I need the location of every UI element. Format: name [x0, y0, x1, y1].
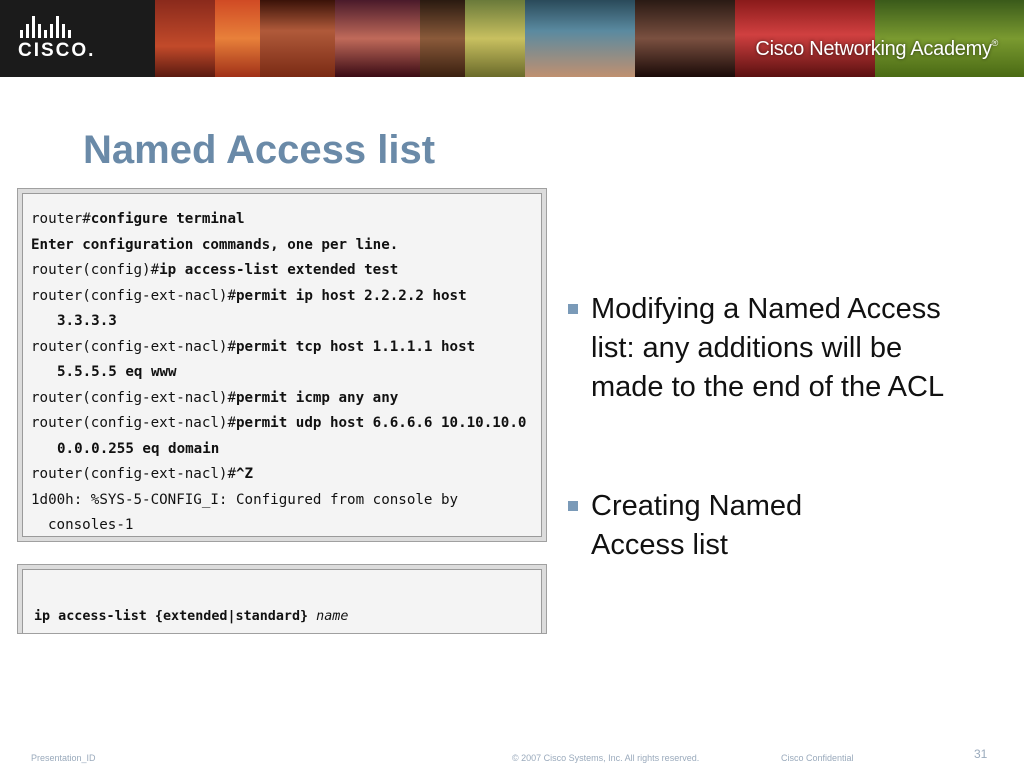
cli-command: permit udp host 6.6.6.6 10.10.10.0 [236, 415, 527, 431]
cli-prompt: router(config-ext-nacl)# [31, 466, 236, 482]
cli-line: 0.0.0.255 eq domain [31, 437, 526, 463]
square-bullet-icon [568, 304, 578, 314]
cli-line: router(config-ext-nacl)#permit icmp any … [31, 386, 526, 412]
bullet-text: Creating Named Access list [591, 490, 803, 561]
cli-command: ^Z [236, 466, 254, 482]
bullet-text: Modifying a Named Access list: any addit… [591, 293, 945, 403]
cli-prompt: router(config-ext-nacl)# [31, 338, 236, 355]
academy-title-text: Cisco Networking Academy [755, 38, 992, 60]
footer-copyright: © 2007 Cisco Systems, Inc. All rights re… [512, 753, 700, 763]
cli-command: ip access-list extended test [159, 262, 399, 278]
cli-syntax-argument: name [316, 609, 349, 624]
cli-line: router(config-ext-nacl)#^Z [31, 462, 526, 488]
page-number: 31 [974, 747, 988, 761]
cli-prompt: router(config-ext-nacl)# [31, 287, 236, 304]
cli-prompt: 1d00h: %SYS-5-CONFIG_I: Configured from … [31, 491, 459, 508]
cli-command: 0.0.0.255 eq domain [57, 440, 220, 457]
cisco-bars-icon [20, 16, 98, 38]
registered-mark: ® [991, 38, 999, 48]
cli-command: permit tcp host 1.1.1.1 host [236, 338, 476, 355]
cli-command: permit icmp any any [236, 389, 399, 406]
cli-line: 5.5.5.5 eq www [31, 360, 526, 386]
cli-line: consoles-1 [31, 513, 526, 539]
cli-line: router#configure terminal [31, 207, 526, 233]
slide: CISCO. Cisco Networking Academy® Named A… [0, 0, 1024, 768]
cli-prompt: router# [31, 211, 91, 227]
banner-photo [215, 0, 260, 77]
cli-line: router(config-ext-nacl)#permit udp host … [31, 411, 526, 437]
cli-line: router(config)#ip access-list extended t… [31, 258, 526, 284]
banner-photo [155, 0, 215, 77]
cisco-wordmark: CISCO. [18, 40, 96, 61]
footer-presentation-id: Presentation_ID [31, 753, 96, 763]
cli-line: Enter configuration commands, one per li… [31, 233, 526, 259]
cli-prompt: router(config)# [31, 262, 160, 278]
cli-line: 3.3.3.3 [31, 309, 526, 335]
bullet-item: Creating Named Access list [566, 487, 891, 565]
banner-photo [525, 0, 635, 77]
cli-command: Enter configuration commands, one per li… [31, 236, 399, 253]
cli-line: router(config-ext-nacl)#permit ip host 2… [31, 284, 526, 310]
cli-config-lines: router#configure terminal Enter configura… [31, 207, 526, 539]
cli-prompt: consoles-1 [48, 517, 134, 533]
cli-syntax-box: ip access-list {extended|standard} name [17, 564, 547, 634]
bullet-list: Modifying a Named Access list: any addit… [566, 290, 986, 565]
banner-photo [465, 0, 525, 77]
slide-title: Named Access list [83, 128, 436, 172]
cisco-logo: CISCO. [18, 16, 98, 62]
cli-command: 5.5.5.5 eq www [57, 364, 177, 380]
cli-command: configure terminal [90, 211, 245, 227]
banner-photo [635, 0, 735, 77]
square-bullet-icon [568, 501, 578, 511]
cli-prompt: router(config-ext-nacl)# [31, 389, 236, 406]
banner-photo [335, 0, 420, 77]
cli-line: router(config-ext-nacl)#permit tcp host … [31, 335, 526, 361]
cli-line: 1d00h: %SYS-5-CONFIG_I: Configured from … [31, 488, 526, 514]
footer-confidential: Cisco Confidential [781, 753, 854, 763]
banner-photo [420, 0, 465, 77]
cli-command: 3.3.3.3 [57, 313, 117, 329]
bullet-item: Modifying a Named Access list: any addit… [566, 290, 951, 407]
header-banner: CISCO. Cisco Networking Academy® [0, 0, 1024, 77]
cli-syntax-line: ip access-list {extended|standard} name [34, 607, 348, 627]
cli-prompt: router(config-ext-nacl)# [31, 415, 236, 431]
cli-config-box: router#configure terminal Enter configura… [17, 188, 547, 542]
cli-command: permit ip host 2.2.2.2 host [236, 287, 467, 304]
cli-syntax-command: ip access-list {extended|standard} [34, 609, 309, 624]
cli-syntax-lines: ip access-list {extended|standard} name [34, 577, 348, 657]
banner-photo [260, 0, 335, 77]
academy-title: Cisco Networking Academy® [755, 38, 998, 61]
